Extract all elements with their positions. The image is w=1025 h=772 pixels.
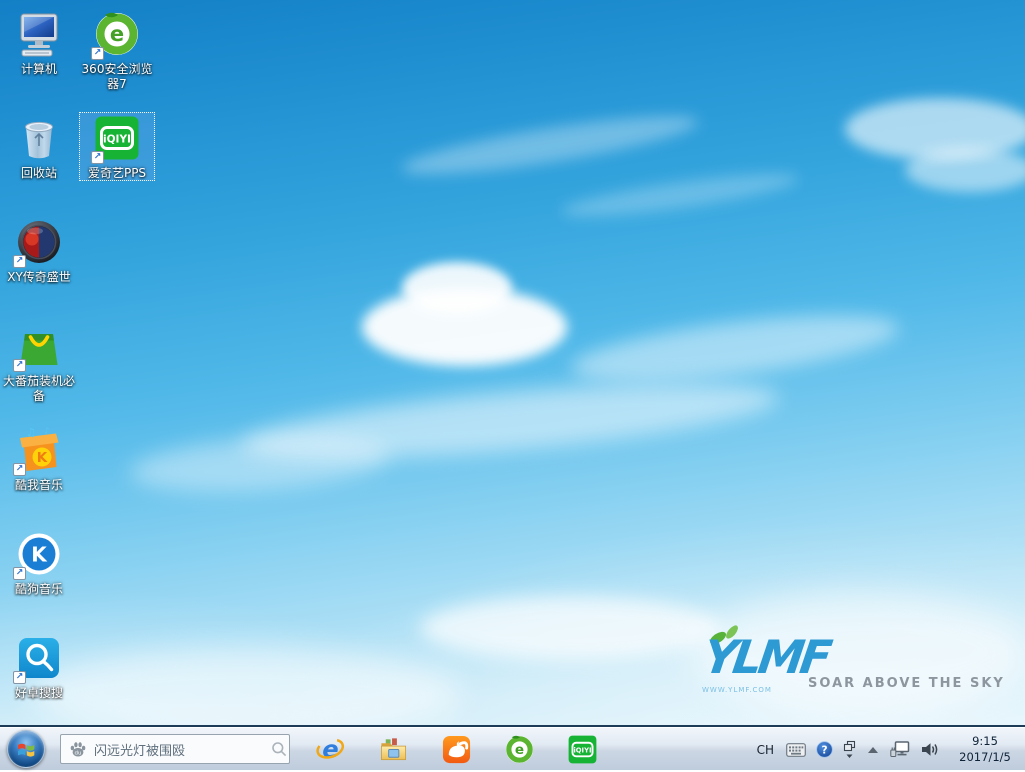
taskbar-app-internet-explorer[interactable]: e	[314, 733, 347, 766]
svg-text:e: e	[110, 22, 124, 46]
start-button[interactable]	[7, 730, 45, 768]
desktop-icon-label: 回收站	[21, 166, 57, 181]
taskbar-app-uc-browser[interactable]	[440, 733, 473, 766]
iqiyi-icon: iQIYI ↗	[93, 114, 141, 162]
desktop-icon-label: XY传奇盛世	[7, 270, 71, 285]
taskbar-search-input[interactable]	[94, 742, 264, 757]
taskbar: du e e	[0, 725, 1025, 770]
cloud	[559, 165, 800, 224]
windows-flag-icon	[15, 738, 37, 760]
svg-text:K: K	[37, 450, 48, 466]
cloud	[399, 105, 701, 186]
desktop-icon-label: 酷狗音乐	[15, 582, 63, 597]
cloud	[905, 148, 1025, 192]
windows-explorer-icon	[378, 734, 409, 765]
tray-icons-container: ?	[781, 740, 944, 759]
shortcut-arrow-icon: ↗	[13, 255, 26, 268]
language-restore-icon[interactable]	[843, 740, 856, 759]
language-indicator[interactable]: CH	[757, 743, 774, 757]
ylmf-site-text: WWW.YLMF.COM	[702, 686, 772, 694]
internet-explorer-icon: e	[315, 734, 346, 765]
kuwo-icon: K ♫ ♪ ↗	[15, 426, 63, 474]
svg-text:du: du	[75, 750, 82, 756]
iqiyi-player-icon: iQIYI	[567, 734, 598, 765]
volume-icon[interactable]	[920, 742, 939, 757]
desktop-icon-tomato[interactable]: ↗ 大番茄装机必备	[1, 320, 77, 404]
kugou-icon: K ↗	[15, 530, 63, 578]
taskbar-app-windows-explorer[interactable]	[377, 733, 410, 766]
shortcut-arrow-icon: ↗	[13, 567, 26, 580]
svg-text:e: e	[322, 736, 338, 764]
shortcut-arrow-icon: ↗	[13, 359, 26, 372]
cloud	[402, 262, 512, 314]
taskbar-apps: e e iQIYI	[314, 727, 599, 772]
shortcut-arrow-icon: ↗	[13, 463, 26, 476]
desktop-icon-label: 大番茄装机必备	[2, 374, 76, 404]
tomato-icon: ↗	[15, 322, 63, 370]
360-safe-browser-icon: e	[504, 734, 535, 765]
desktop-wallpaper[interactable]: 计算机 e ↗ 360安全浏览器7 回收站 iQIYI ↗ 爱奇艺PPS ↗ XY传奇…	[0, 0, 1025, 725]
taskbar-search-box[interactable]: du	[60, 734, 290, 764]
desktop-icon-haozhuo[interactable]: ↗ 好卓搜搜	[1, 632, 77, 701]
desktop-icon-computer[interactable]: 计算机	[1, 8, 77, 77]
taskbar-app-iqiyi-player[interactable]: iQIYI	[566, 733, 599, 766]
hidden-icons-icon[interactable]	[866, 745, 880, 755]
svg-text:iQIYI: iQIYI	[573, 746, 591, 754]
svg-text:K: K	[31, 543, 48, 567]
recycle-icon	[15, 114, 63, 162]
cloud	[30, 648, 460, 725]
cloud	[129, 429, 392, 499]
desktop-icon-label: 好卓搜搜	[15, 686, 63, 701]
shortcut-arrow-icon: ↗	[91, 151, 104, 164]
desktop-icon-kuwo[interactable]: K ♫ ♪ ↗ 酷我音乐	[1, 424, 77, 493]
network-icon[interactable]	[890, 741, 910, 758]
shortcut-arrow-icon: ↗	[91, 47, 104, 60]
desktop-icon-label: 酷我音乐	[15, 478, 63, 493]
keyboard-icon[interactable]	[786, 743, 806, 757]
shortcut-arrow-icon: ↗	[13, 671, 26, 684]
desktop-icon-recycle[interactable]: 回收站	[1, 112, 77, 181]
haozhuo-icon: ↗	[15, 634, 63, 682]
ylmf-watermark: YLMF WWW.YLMF.COM SOAR ABOVE THE SKY	[698, 636, 963, 708]
svg-text:♪: ♪	[44, 427, 49, 437]
desktop-icon-iqiyi[interactable]: iQIYI ↗ 爱奇艺PPS	[79, 112, 155, 181]
search-icon[interactable]	[271, 741, 287, 757]
desktop-icon-label: 计算机	[21, 62, 57, 77]
desktop-icon-browser360[interactable]: e ↗ 360安全浏览器7	[79, 8, 155, 92]
desktop-icon-label: 360安全浏览器7	[80, 62, 154, 92]
svg-text:?: ?	[821, 744, 827, 756]
clock-date: 2017/1/5	[951, 750, 1019, 766]
svg-text:♫: ♫	[26, 426, 36, 439]
cloud	[420, 596, 720, 660]
svg-text:iQIYI: iQIYI	[103, 134, 131, 146]
xylegend-icon: ↗	[15, 218, 63, 266]
desktop-icon-label: 爱奇艺PPS	[88, 166, 146, 181]
system-tray: CH ? 9:15 2017/1/	[750, 727, 1025, 772]
desktop-icon-kugou[interactable]: K ↗ 酷狗音乐	[1, 528, 77, 597]
svg-text:e: e	[515, 742, 524, 758]
baidu-paw-icon: du	[69, 740, 87, 758]
browser360-icon: e ↗	[93, 10, 141, 58]
clock[interactable]: 9:15 2017/1/5	[951, 734, 1019, 765]
computer-icon	[15, 10, 63, 58]
clock-time: 9:15	[951, 734, 1019, 750]
cloud	[568, 302, 902, 394]
ylmf-tagline: SOAR ABOVE THE SKY	[808, 676, 1005, 691]
uc-browser-icon	[441, 734, 472, 765]
desktop-icon-xylegend[interactable]: ↗ XY传奇盛世	[1, 216, 77, 285]
taskbar-app-360-safe-browser[interactable]: e	[503, 733, 536, 766]
help-icon[interactable]: ?	[816, 741, 833, 758]
